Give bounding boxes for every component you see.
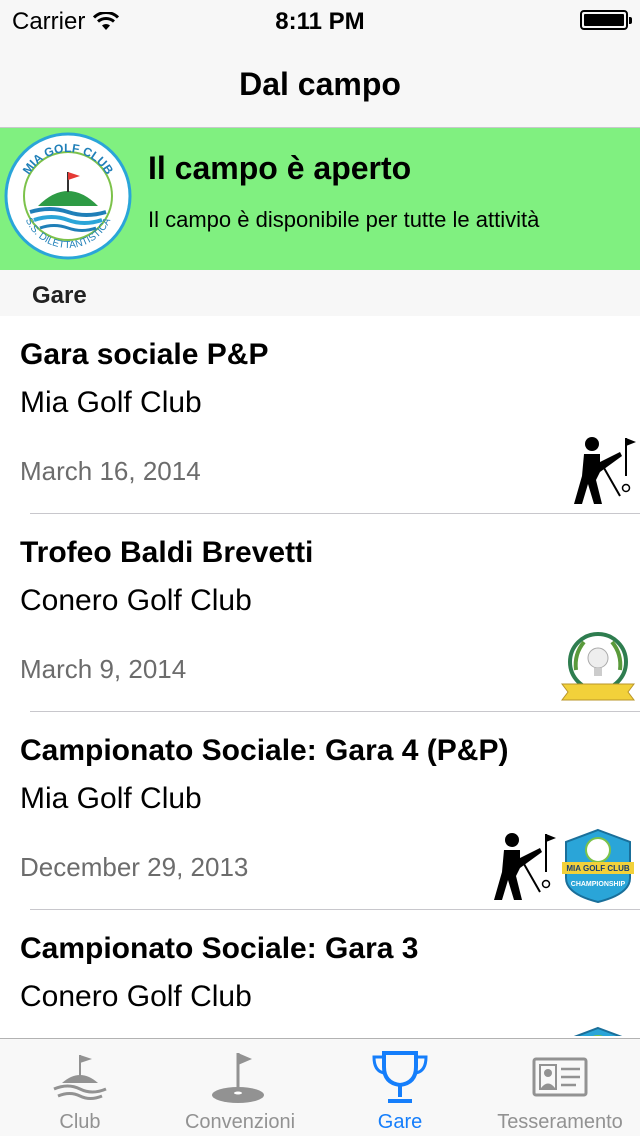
badge-bottom-text: CHAMPIONSHIP — [571, 881, 626, 888]
club-logo: MIA GOLF CLUB S.S. DILETTANTISTICA — [4, 132, 132, 260]
event-name: Campionato Sociale: Gara 4 (P&P) — [20, 734, 509, 767]
championship-icon — [573, 1026, 623, 1036]
tab-label: Club — [59, 1111, 101, 1133]
event-club: Conero Golf Club — [20, 584, 252, 617]
events-list[interactable]: Gara sociale P&P Mia Golf Club March 16,… — [0, 316, 640, 1036]
event-club: Mia Golf Club — [20, 782, 202, 815]
tab-label: Convenzioni — [184, 1111, 296, 1133]
tab-gare[interactable]: Gare — [320, 1039, 480, 1136]
trophy-icon — [372, 1051, 428, 1103]
course-status-banner: MIA GOLF CLUB S.S. DILETTANTISTICA Il ca… — [0, 128, 640, 270]
event-row[interactable]: Gara sociale P&P Mia Golf Club March 16,… — [0, 316, 640, 514]
event-row[interactable]: Campionato Sociale: Gara 3 Conero Golf C… — [0, 910, 640, 1036]
green-flag-icon — [212, 1053, 264, 1103]
status-bar: Carrier 8:11 PM — [0, 0, 640, 40]
tab-bar: Club Convenzioni Gare Tesseramento — [0, 1038, 640, 1136]
page-title: Dal campo — [239, 66, 401, 102]
badge-top-text: MIA GOLF CLUB — [566, 864, 629, 873]
tab-tesseramento[interactable]: Tesseramento — [480, 1039, 640, 1136]
event-name: Trofeo Baldi Brevetti — [20, 536, 314, 569]
championship-icon: MIA GOLF CLUB CHAMPIONSHIP — [562, 828, 634, 904]
golfer-icon — [494, 833, 556, 900]
event-club: Mia Golf Club — [20, 386, 202, 419]
event-name: Gara sociale P&P — [20, 338, 269, 371]
member-card-icon — [532, 1057, 588, 1097]
tab-club[interactable]: Club — [0, 1039, 160, 1136]
top-bar: Carrier 8:11 PM Dal campo — [0, 0, 640, 128]
event-club: Conero Golf Club — [20, 980, 252, 1013]
event-name: Campionato Sociale: Gara 3 — [20, 932, 419, 965]
battery-icon — [580, 10, 632, 30]
event-date: December 29, 2013 — [20, 852, 249, 882]
status-time: 8:11 PM — [275, 8, 365, 35]
golfer-icon — [574, 437, 636, 504]
course-status-description: Il campo è disponibile per tutte le atti… — [148, 207, 540, 232]
event-row[interactable]: Campionato Sociale: Gara 4 (P&P) Mia Gol… — [0, 712, 640, 910]
tab-label: Tesseramento — [497, 1111, 623, 1133]
section-header-gare: Gare — [0, 270, 640, 316]
tab-convenzioni[interactable]: Convenzioni — [160, 1039, 320, 1136]
section-label: Gare — [32, 282, 87, 309]
event-date: March 16, 2014 — [20, 456, 201, 486]
event-date: March 9, 2014 — [20, 654, 187, 684]
island-flag-icon — [53, 1055, 107, 1100]
tab-label: Gare — [377, 1111, 423, 1133]
trophy-emblem-icon — [561, 632, 635, 701]
event-row[interactable]: Trofeo Baldi Brevetti Conero Golf Club M… — [0, 514, 640, 712]
course-status-title: Il campo è aperto — [148, 150, 412, 186]
